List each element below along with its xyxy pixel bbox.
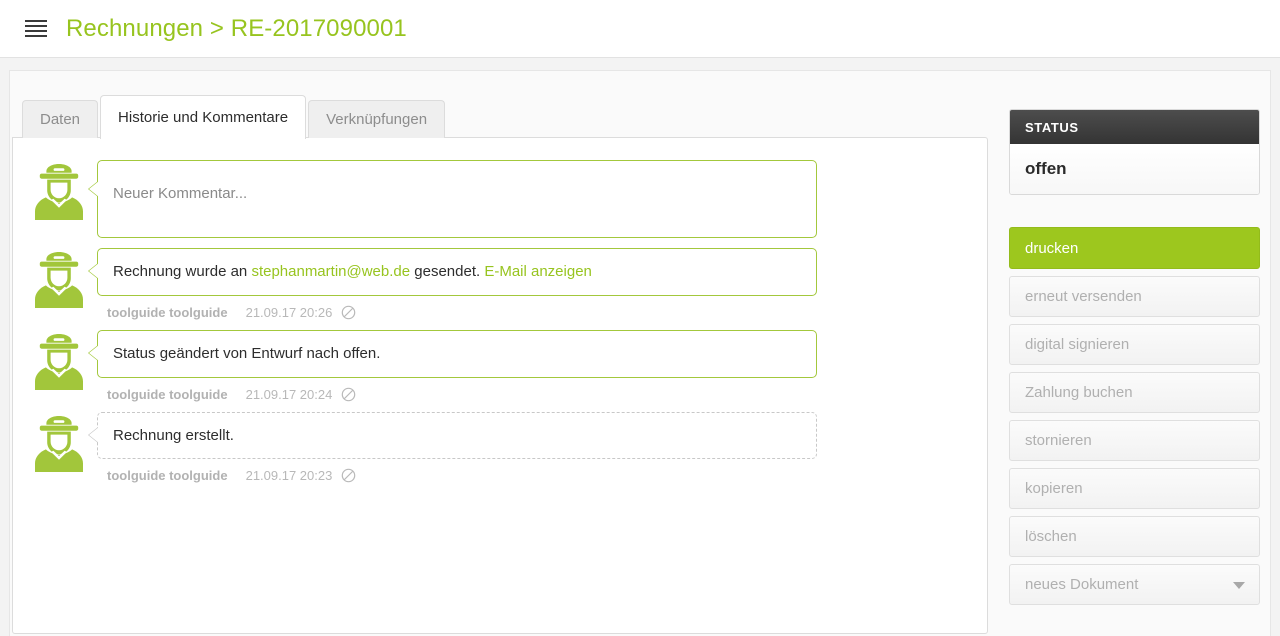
chevron-down-icon[interactable]: [1233, 581, 1245, 589]
action-button-erneut-versenden[interactable]: erneut versenden: [1009, 276, 1260, 317]
tab-daten[interactable]: Daten: [22, 100, 99, 138]
hamburger-line: [25, 24, 47, 28]
history-entry: Rechnung erstellt. toolguide toolguide 21.…: [13, 411, 987, 483]
hamburger-line: [25, 19, 47, 23]
entry-meta: toolguide toolguide 21.09.17 20:23: [97, 459, 817, 483]
circle-slash-icon[interactable]: [341, 387, 356, 402]
history-entry: Status geändert von Entwurf nach offen. t…: [13, 329, 987, 402]
comment-input-placeholder: Neuer Kommentar...: [113, 185, 248, 202]
avatar: [33, 332, 85, 392]
entry-main: Status geändert von Entwurf nach offen. t…: [88, 329, 987, 402]
comment-composer-row: Neuer Kommentar...: [13, 160, 987, 238]
action-button-digital-signieren[interactable]: digital signieren: [1009, 324, 1260, 365]
bubble-notch-inner-icon: [89, 263, 99, 279]
entry-author: toolguide toolguide: [107, 468, 228, 484]
hamburger-line: [25, 34, 47, 38]
hamburger-menu-icon[interactable]: [25, 19, 47, 38]
action-button-label: Zahlung buchen: [1025, 384, 1133, 401]
tab-historie-und-kommentare[interactable]: Historie und Kommentare: [100, 95, 307, 139]
tab-label: Historie und Kommentare: [118, 109, 289, 126]
status-panel: STATUS offen: [1009, 109, 1260, 195]
circle-slash-icon[interactable]: [341, 305, 356, 320]
tab-label: Verknüpfungen: [326, 111, 428, 128]
action-button-label: digital signieren: [1025, 336, 1130, 353]
action-button-label: löschen: [1025, 528, 1077, 545]
history-entry: Rechnung wurde an stephanmartin@web.de g…: [13, 248, 987, 320]
user-officer-avatar-icon: [33, 164, 85, 226]
status-badge: offen: [1010, 144, 1259, 194]
action-button-label: neues Dokument: [1025, 576, 1139, 593]
comment-input[interactable]: Neuer Kommentar...: [88, 160, 817, 238]
user-officer-avatar-icon: [33, 333, 85, 396]
action-button-drucken[interactable]: drucken: [1009, 227, 1260, 269]
entry-author: toolguide toolguide: [107, 304, 228, 320]
action-button-list: drucken erneut versenden digital signieren…: [1009, 227, 1260, 605]
action-button-stornieren[interactable]: stornieren: [1009, 420, 1260, 461]
status-panel-header: STATUS: [1010, 110, 1259, 144]
action-button-kopieren[interactable]: kopieren: [1009, 468, 1260, 509]
entry-email-link[interactable]: stephanmartin@web.de: [251, 263, 410, 280]
hamburger-line: [25, 29, 47, 33]
history-feed: Neuer Kommentar... Rechnung wurde an step…: [13, 138, 987, 483]
bubble-notch-inner-icon: [89, 426, 99, 443]
bubble-notch-inner-icon: [89, 344, 99, 361]
entry-bubble: Status geändert von Entwurf nach offen.: [88, 329, 817, 378]
entry-timestamp: 21.09.17 20:24: [245, 386, 333, 402]
action-button-label: erneut versenden: [1025, 288, 1142, 305]
entry-text-after: gesendet.: [410, 263, 485, 280]
show-email-link[interactable]: E-Mail anzeigen: [484, 263, 592, 280]
entry-author: toolguide toolguide: [107, 386, 228, 402]
action-button-label: kopieren: [1025, 480, 1083, 497]
entry-bubble: Rechnung erstellt.: [88, 411, 817, 460]
avatar: [33, 162, 85, 222]
user-officer-avatar-icon: [33, 252, 85, 314]
circle-slash-icon[interactable]: [341, 468, 356, 483]
user-officer-avatar-icon: [33, 415, 85, 478]
entry-meta: toolguide toolguide 21.09.17 20:24: [97, 378, 817, 402]
tab-label: Daten: [40, 111, 81, 128]
tab-panel-historie: Neuer Kommentar... Rechnung wurde an step…: [12, 137, 988, 634]
entry-bubble: Rechnung wurde an stephanmartin@web.de g…: [88, 248, 817, 296]
top-bar: Rechnungen > RE-2017090001: [0, 0, 1280, 58]
tab-verkn-pfungen[interactable]: Verknüpfungen: [308, 100, 446, 138]
entry-text: Rechnung wurde an: [113, 263, 252, 280]
content-column: Daten Historie und Kommentare Verknüpfunge…: [12, 94, 988, 634]
action-button-zahlung-buchen[interactable]: Zahlung buchen: [1009, 372, 1260, 413]
tab-bar: Daten Historie und Kommentare Verknüpfunge…: [12, 94, 988, 139]
entry-meta: toolguide toolguide 21.09.17 20:26: [97, 296, 817, 320]
action-button-label: drucken: [1025, 239, 1079, 257]
avatar: [33, 414, 85, 474]
breadcrumb[interactable]: Rechnungen > RE-2017090001: [66, 15, 407, 43]
entry-text: Status geändert von Entwurf nach offen.: [113, 344, 381, 362]
sidebar: STATUS offen drucken erneut versenden digi…: [1009, 109, 1260, 612]
entry-main: Rechnung erstellt. toolguide toolguide 21.…: [88, 411, 987, 483]
action-button-löschen[interactable]: löschen: [1009, 516, 1260, 557]
avatar: [33, 250, 85, 310]
page-background: Daten Historie und Kommentare Verknüpfunge…: [0, 58, 1280, 636]
entry-timestamp: 21.09.17 20:26: [245, 304, 333, 320]
action-button-label: stornieren: [1025, 432, 1092, 449]
entry-timestamp: 21.09.17 20:23: [245, 468, 333, 484]
entry-text: Rechnung erstellt.: [113, 426, 234, 444]
action-button-neues-dokument[interactable]: neues Dokument: [1009, 564, 1260, 605]
bubble-notch-inner-icon: [89, 181, 99, 197]
entry-main: Rechnung wurde an stephanmartin@web.de g…: [88, 248, 987, 320]
composer-main: Neuer Kommentar...: [88, 160, 987, 238]
